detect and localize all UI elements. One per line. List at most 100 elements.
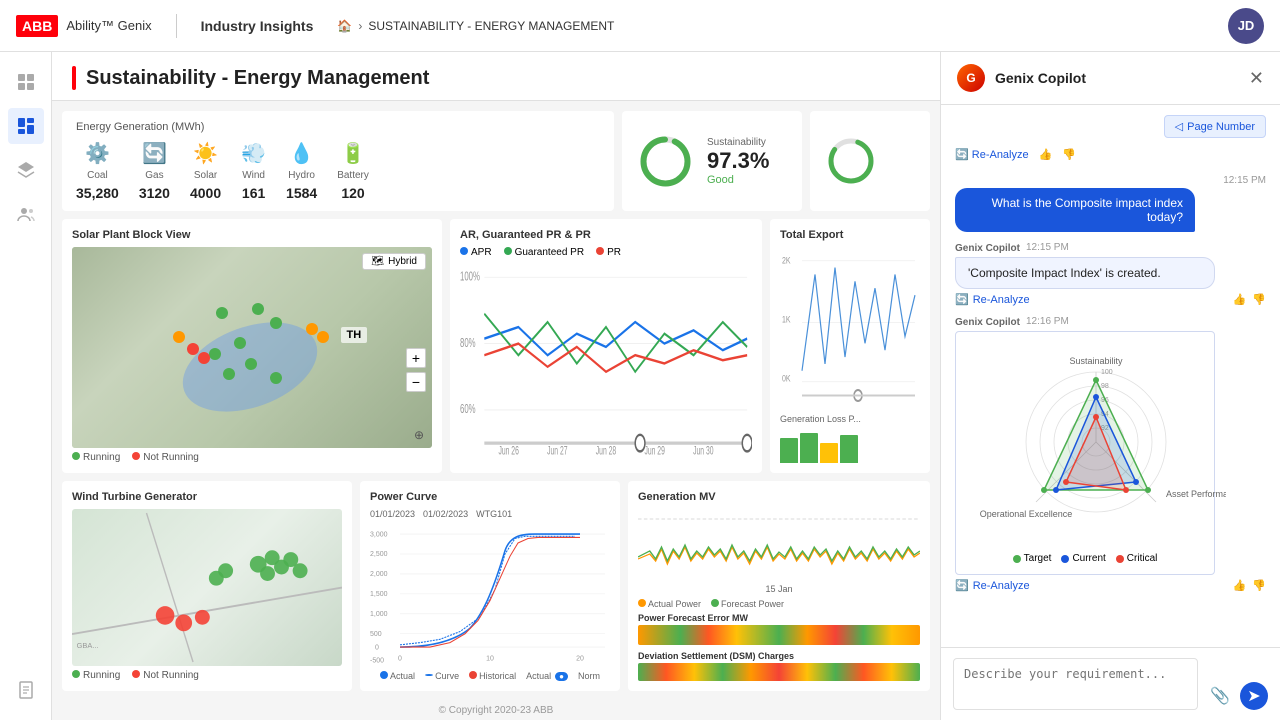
map-dot-red-2 [198,352,210,364]
top-reanalyze-btn[interactable]: 🔄 Re-Analyze [955,148,1029,161]
battery-label: Battery [337,170,369,181]
svg-text:Asset Performance: Asset Performance [1166,489,1226,499]
pr-card-title: AR, Guaranteed PR & PR [460,229,752,241]
sidebar-icon-grid[interactable] [8,64,44,100]
power-curve-chart: 3,000 2,500 2,000 1,500 1,000 500 0 -500 [370,523,610,667]
wtg-legend: Running Not Running [72,670,342,681]
zoom-in-button[interactable]: + [406,348,426,368]
svg-text:0: 0 [375,642,379,651]
zoom-out-button[interactable]: − [406,372,426,392]
gen-loss-label: Generation Loss P... [780,414,920,424]
svg-text:500: 500 [370,629,382,638]
copilot-close-button[interactable]: ✕ [1249,68,1264,89]
hydro-icon: 💧 [289,141,314,166]
dsm-bar [638,663,920,681]
pr-legend: APR Guaranteed PR PR [460,247,752,258]
breadcrumb-sep: › [358,19,362,33]
svg-text:1K: 1K [782,313,791,324]
battery-value: 120 [341,185,364,201]
copilot-input[interactable] [953,658,1198,710]
sidebar-icon-report[interactable] [8,672,44,708]
copyright-text: © Copyright 2020-23 ABB [52,701,940,720]
page-number-btn[interactable]: ◁Page Number [1164,115,1266,138]
top-action-row: 🔄 Re-Analyze 👍 👎 [955,148,1266,161]
gen-mv-card: Generation MV 15 Jan Actual [628,481,930,691]
svg-text:Jun 29: Jun 29 [644,445,664,458]
page-title: Sustainability - Energy Management [86,67,429,90]
svg-text:0K: 0K [782,373,791,384]
reanalyze-btn-2[interactable]: 🔄 Re-Analyze [955,579,1030,592]
map-dot-1 [216,307,228,319]
attach-button[interactable]: 📎 [1206,682,1234,710]
top-dislike-btn[interactable]: 👎 [1062,148,1076,161]
svg-text:80%: 80% [460,336,476,351]
coal-item: ⚙️ Coal 35,280 [76,141,119,201]
map-label-th: TH [341,327,368,343]
export-chart-area: 2K 1K 0K [780,247,920,412]
svg-text:20: 20 [576,653,584,662]
bot-sender-2: Genix Copilot [955,317,1020,328]
svg-text:GBA...: GBA... [77,641,99,650]
svg-text:Jun 30: Jun 30 [693,445,713,458]
like-btn-2[interactable]: 👍 [1233,579,1247,592]
svg-text:2,000: 2,000 [370,569,388,578]
send-button[interactable]: ➤ [1240,682,1268,710]
gen-mv-title: Generation MV [638,491,920,503]
legend-critical: Critical [1127,553,1158,564]
bottom-row: Wind Turbine Generator GBA... [62,481,930,691]
power-curve-filters: 01/01/2023 01/02/2023 WTG101 [370,509,610,519]
header-divider [176,14,177,38]
map-dot-6 [245,358,257,370]
power-curve-card: Power Curve 01/01/2023 01/02/2023 WTG101… [360,481,620,691]
actual-toggle[interactable]: Actual ● [526,671,568,681]
solar-plant-card: Solar Plant Block View [62,219,442,473]
copilot-header: G Genix Copilot ✕ [941,52,1280,105]
bot-action-row-1: 🔄 Re-Analyze 👍 👎 [955,293,1266,306]
copilot-messages: ◁Page Number 🔄 Re-Analyze 👍 👎 12:15 PM W… [941,105,1280,647]
sustainability-status: Good [707,174,769,186]
gas-icon: 🔄 [142,141,167,166]
wtg-map: GBA... [72,509,342,666]
sidebar-icon-dashboard[interactable] [8,108,44,144]
pr-chart-area: 100% 80% 60% [460,264,752,463]
svg-text:100%: 100% [460,270,480,285]
sustainability-label: Sustainability [707,137,769,148]
like-btn-1[interactable]: 👍 [1233,293,1247,306]
bot-message-1: 'Composite Impact Index' is created. [955,257,1215,289]
svg-text:Jun 27: Jun 27 [547,445,567,458]
hydro-value: 1584 [286,185,317,201]
bot-msg-2-block: Genix Copilot 12:16 PM [955,316,1266,592]
reanalyze-btn-1[interactable]: 🔄 Re-Analyze [955,293,1030,306]
energy-generation-card: Energy Generation (MWh) ⚙️ Coal 35,280 🔄… [62,111,614,211]
energy-card-title: Energy Generation (MWh) [76,121,600,133]
map-layers-icon[interactable]: ⊕ [414,428,424,442]
map-dot-2 [252,303,264,315]
main-layout: Sustainability - Energy Management Energ… [0,52,1280,720]
wtg-id-selector[interactable]: WTG101 [476,509,512,519]
svg-text:2K: 2K [782,254,791,265]
total-export-card: Total Export 2K 1K 0K [770,219,930,473]
bot-action-row-2: 🔄 Re-Analyze 👍 👎 [955,579,1266,592]
map-dot-orange-2 [306,323,318,335]
map-dot-7 [223,368,235,380]
svg-text:0: 0 [398,653,402,662]
wind-icon: 💨 [241,141,266,166]
dislike-btn-2[interactable]: 👎 [1252,579,1266,592]
mid-row: Solar Plant Block View [62,219,930,473]
hydro-label: Hydro [288,170,315,181]
svg-text:Jun 26: Jun 26 [498,445,518,458]
home-icon[interactable]: 🏠 [337,19,352,33]
gen-mv-chart: 15 Jan [638,509,920,597]
not-running-label: Not Running [143,452,199,463]
svg-text:60%: 60% [460,402,476,417]
power-curve-legend: Actual Curve Historical Actual ● Norm [370,671,610,681]
map-dot-5 [209,348,221,360]
dislike-btn-1[interactable]: 👎 [1252,293,1266,306]
svg-text:3,000: 3,000 [370,529,388,538]
top-like-btn[interactable]: 👍 [1039,148,1053,161]
bot-msg-1-block: Genix Copilot 12:15 PM 'Composite Impact… [955,242,1266,306]
sidebar-icon-users[interactable] [8,196,44,232]
user-avatar[interactable]: JD [1228,8,1264,44]
hybrid-badge[interactable]: 🗺 Hybrid [362,253,426,270]
sidebar-icon-layers[interactable] [8,152,44,188]
